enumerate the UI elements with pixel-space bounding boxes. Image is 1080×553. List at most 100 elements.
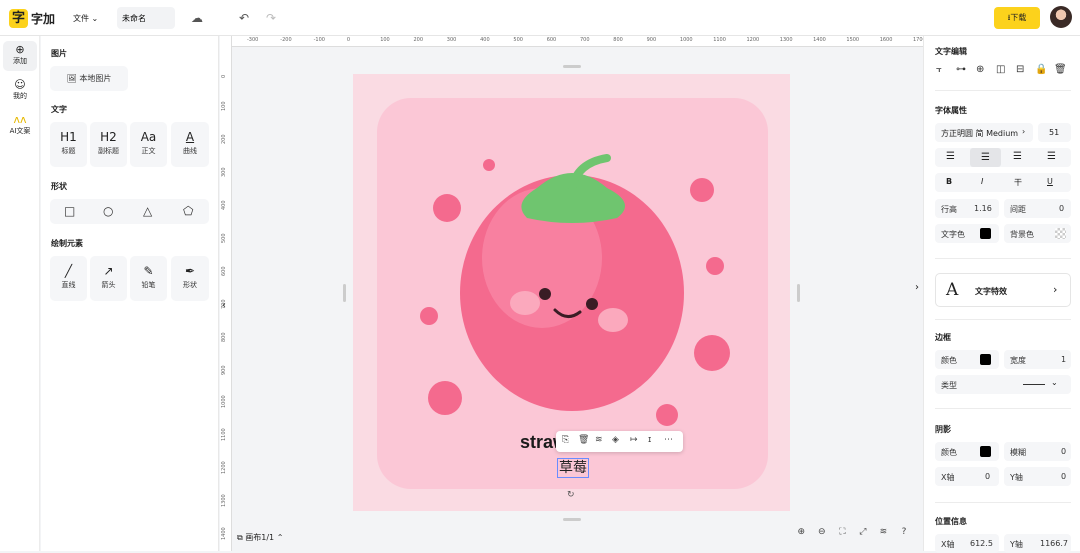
position-y-input[interactable]: Y轴 1166.7 — [1004, 534, 1071, 553]
download-button[interactable]: ⭳下载 — [994, 7, 1040, 29]
align-horizontal-icon[interactable]: ◫ — [996, 64, 1005, 75]
font-family-select[interactable]: 方正明圆 简 Medium › — [935, 123, 1033, 142]
text-effect-icon: A — [946, 280, 959, 300]
resize-handle-top[interactable] — [563, 65, 581, 68]
ruler-tick-label: 500 — [221, 233, 227, 243]
file-menu-label: 文件 — [73, 14, 89, 23]
resize-handle-bottom[interactable] — [563, 518, 581, 521]
justify-icon[interactable]: ☰ — [1047, 151, 1056, 162]
circle-shape-icon[interactable]: ○ — [103, 204, 113, 218]
page-switcher[interactable]: ⧉ 画布1/1 ⌃ — [237, 532, 283, 543]
spacing-label: 间距 — [1010, 205, 1026, 214]
ruler-tick-label: 200 — [221, 134, 227, 144]
text-subheading-tile[interactable]: H2 副标题 — [90, 122, 127, 167]
section-title-text: 文字 — [51, 105, 67, 114]
copy-style-icon[interactable]: ⎘ — [562, 435, 569, 445]
zoom-in-icon[interactable]: ⊕ — [792, 527, 810, 537]
text-color-swatch — [980, 228, 991, 239]
align-top-icon[interactable]: ⫟ — [936, 64, 942, 75]
font-size-input[interactable]: 51 — [1038, 123, 1071, 142]
selected-text-layer[interactable]: 草莓 — [557, 458, 589, 478]
draw-line-tile[interactable]: ╱ 直线 — [50, 256, 87, 301]
collapse-panel-icon[interactable]: ‹ — [222, 300, 226, 311]
underline-button[interactable]: U — [1047, 177, 1053, 186]
shadow-y-input[interactable]: Y轴 0 — [1004, 467, 1071, 486]
resize-handle-left[interactable] — [343, 284, 346, 302]
rotate-icon[interactable]: ↻ — [567, 490, 575, 500]
rail-item-mine[interactable]: ☺ 我的 — [3, 76, 37, 106]
delete-icon[interactable]: 🗑 — [1054, 64, 1067, 75]
tile-label: 标题 — [61, 147, 76, 155]
text-effect-button[interactable]: A 文字特效 › — [935, 273, 1071, 307]
rail-item-ai-copy[interactable]: ʌʌ AI文案 — [3, 111, 37, 141]
text-style-group: B I 干 U — [935, 173, 1071, 192]
position-x-input[interactable]: X轴 612.5 — [935, 534, 999, 553]
shadow-blur-input[interactable]: 模糊 0 — [1004, 442, 1071, 461]
ruler-tick-label: 1000 — [221, 395, 227, 408]
pos-y-value: 1166.7 — [1040, 539, 1068, 548]
heading1-icon: H1 — [60, 130, 77, 144]
layers-panel-icon[interactable]: ≋ — [874, 527, 892, 537]
border-color-picker[interactable]: 颜色 — [935, 350, 999, 369]
font-family-value: 方正明圆 简 Medium — [941, 129, 1019, 138]
line-height-input[interactable]: 行高 1.16 — [935, 199, 999, 218]
align-center-icon[interactable]: ⊕ — [976, 64, 984, 75]
draw-pen-tile[interactable]: ✒ 形状 — [171, 256, 209, 301]
app-logo[interactable]: 字 — [9, 9, 28, 28]
undo-icon[interactable]: ↶ — [237, 11, 251, 25]
align-right-icon[interactable]: ☰ — [1013, 151, 1022, 162]
resize-handle-right[interactable] — [797, 284, 800, 302]
text-heading-tile[interactable]: H1 标题 — [50, 122, 87, 167]
ruler-tick-label: 400 — [221, 200, 227, 210]
zoom-out-icon[interactable]: ⊖ — [813, 527, 831, 537]
arrow-icon: ↗ — [103, 264, 114, 278]
avatar[interactable] — [1050, 6, 1072, 28]
align-left-icon[interactable]: ☰ — [946, 151, 955, 162]
local-image-button[interactable]: 🖼 本地图片 — [50, 66, 128, 91]
background-color-picker[interactable]: 背景色 — [1004, 224, 1071, 243]
ai-icon: ʌʌ — [13, 113, 27, 126]
letter-spacing-input[interactable]: 间距 0 — [1004, 199, 1071, 218]
document-name-input[interactable] — [117, 7, 175, 29]
rail-item-add[interactable]: ⊕ 添加 — [3, 41, 37, 71]
file-menu[interactable]: 文件 ⌄ — [73, 13, 98, 24]
fit-screen-icon[interactable]: ⛶ — [833, 527, 851, 537]
bold-button[interactable]: B — [946, 177, 952, 186]
border-width-input[interactable]: 宽度 1 — [1004, 350, 1071, 369]
shadow-x-input[interactable]: X轴 0 — [935, 467, 999, 486]
square-shape-icon[interactable]: □ — [64, 204, 75, 218]
delete-icon[interactable]: 🗑 — [578, 435, 589, 445]
layers-icon[interactable]: ≋ — [595, 435, 603, 445]
strikethrough-button[interactable]: 干 — [1014, 177, 1022, 188]
more-icon[interactable]: ⋯ — [664, 435, 673, 445]
pentagon-shape-icon[interactable]: ⬠ — [183, 204, 193, 218]
align-middle-icon[interactable]: ⊶ — [956, 64, 966, 75]
collapse-right-panel-icon[interactable]: › — [915, 282, 919, 293]
cloud-sync-icon[interactable]: ☁ — [190, 11, 204, 25]
lock-icon[interactable]: ɪ — [648, 435, 651, 445]
text-curve-tile[interactable]: A 曲线 — [171, 122, 209, 167]
artboard[interactable]: strawberry ⎘ 🗑 ≋ ◈ ↦ ɪ ⋯ 草莓 ↻ — [353, 74, 790, 511]
text-body-tile[interactable]: Aa 正文 — [130, 122, 167, 167]
line-icon: ╱ — [64, 264, 73, 278]
section-title-position: 位置信息 — [935, 517, 967, 526]
draw-arrow-tile[interactable]: ↗ 箭头 — [90, 256, 127, 301]
layer-order-icon[interactable]: ◈ — [612, 435, 619, 445]
ruler-tick-label: 0 — [346, 37, 351, 43]
fullscreen-icon[interactable]: ⤢ — [854, 527, 872, 537]
border-type-select[interactable]: 类型 ⌄ — [935, 375, 1071, 394]
draw-pencil-tile[interactable]: ✎ 铅笔 — [130, 256, 167, 301]
italic-button[interactable]: I — [981, 177, 983, 186]
shadow-color-picker[interactable]: 颜色 — [935, 442, 999, 461]
text-color-picker[interactable]: 文字色 — [935, 224, 999, 243]
triangle-shape-icon[interactable]: △ — [143, 204, 152, 218]
align-icon[interactable]: ↦ — [630, 435, 638, 445]
ruler-tick-label: 700 — [580, 37, 590, 43]
plus-circle-icon: ⊕ — [15, 43, 25, 56]
redo-icon[interactable]: ↷ — [264, 11, 278, 25]
align-vertical-icon[interactable]: ⊟ — [1016, 64, 1024, 75]
align-center-text-icon[interactable]: ☰ — [970, 148, 1001, 167]
lock-icon[interactable]: 🔒 — [1035, 64, 1047, 75]
help-icon[interactable]: ? — [895, 527, 913, 537]
ruler-tick-label: -300 — [247, 37, 259, 43]
